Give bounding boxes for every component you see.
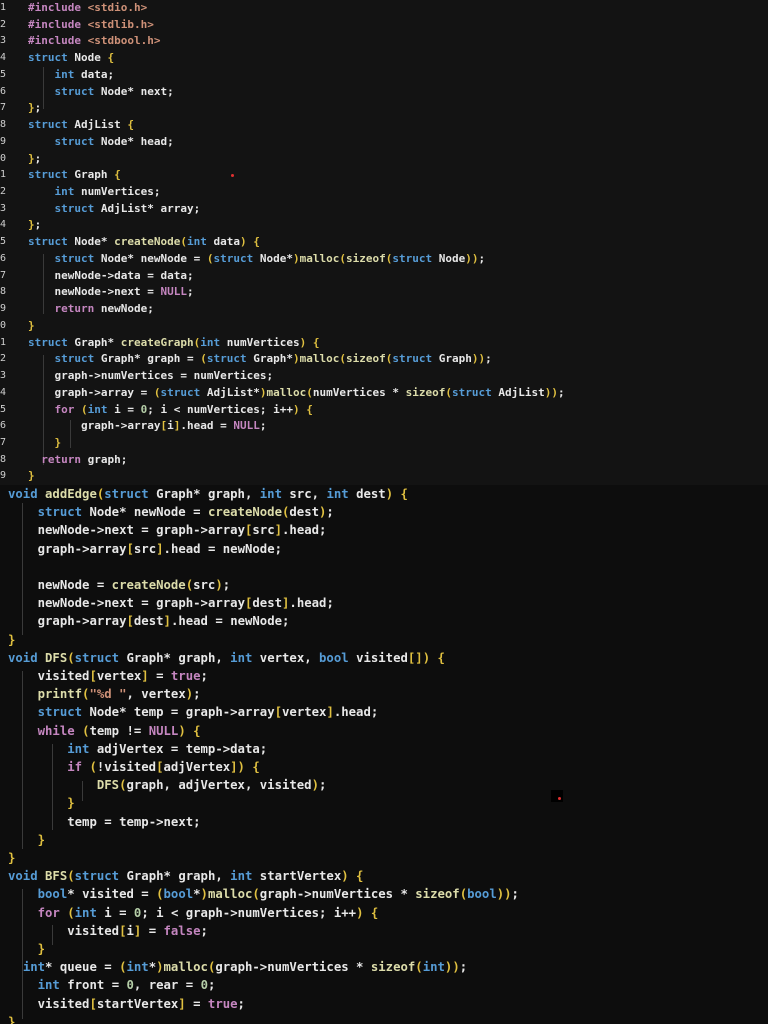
code-text: printf("%d ", vertex); <box>37 687 201 702</box>
line-number: 4 <box>0 386 7 398</box>
code-text: int numVertices; <box>54 185 161 199</box>
line-number: 3 <box>0 202 7 214</box>
line-number: 1 <box>0 2 7 13</box>
code-text: newNode->data = data; <box>54 268 194 282</box>
code-text: while (temp != NULL) { <box>37 723 201 738</box>
code-text: }; <box>28 218 42 232</box>
line-number: 9 <box>0 135 7 147</box>
code-text: graph->array[dest].head = newNode; <box>37 614 290 629</box>
line-number: 5 <box>0 236 7 248</box>
code-text: temp = temp->next; <box>67 814 201 829</box>
code-text: }; <box>28 151 42 165</box>
code-text: } <box>8 851 16 865</box>
code-text: visited[startVertex] = true; <box>37 996 245 1011</box>
code-text: if (!visited[adjVertex]) { <box>67 760 260 774</box>
code-text: struct Node* head; <box>54 134 174 148</box>
code-text: int data; <box>54 67 115 81</box>
line-number: 4 <box>0 219 7 231</box>
code-text: #include <stdbool.h> <box>28 34 161 48</box>
line-number: 8 <box>0 119 7 131</box>
code-text: #include <stdlib.h> <box>28 17 154 31</box>
line-number: 0 <box>0 152 7 164</box>
code-text: } <box>28 318 35 332</box>
cursor-marker <box>231 174 234 177</box>
code-panel-top[interactable]: 1 #include <stdio.h> 2 #include <stdlib.h> 3… <box>0 0 768 485</box>
code-panel-bottom[interactable]: void addEdge(struct Graph* graph, int sr… <box>0 485 768 1024</box>
code-text: struct AdjList { <box>28 118 134 132</box>
code-text: } <box>67 796 75 811</box>
code-text: int front = 0, rear = 0; <box>37 978 216 993</box>
code-text: struct Node* newNode = createNode(dest); <box>37 505 334 520</box>
code-text: newNode->next = graph->array[src].head; <box>37 523 327 538</box>
code-text: for (int i = 0; i < graph->numVertices; … <box>37 905 379 920</box>
line-number: 7 <box>0 102 7 114</box>
code-text: newNode->next = graph->array[dest].head; <box>37 596 334 611</box>
code-text: } <box>54 435 62 449</box>
code-text: graph->array = (struct AdjList*)malloc(n… <box>54 385 565 399</box>
code-text: return graph; <box>41 452 128 466</box>
line-number: 7 <box>0 269 7 281</box>
code-text: struct AdjList* array; <box>54 201 201 215</box>
code-text: void BFS(struct Graph* graph, int startV… <box>8 869 364 884</box>
code-text: void DFS(struct Graph* graph, int vertex… <box>8 650 445 665</box>
line-number: 6 <box>0 420 7 432</box>
line-number: 5 <box>0 403 7 415</box>
line-number: 1 <box>0 169 7 181</box>
code-text: struct Node* temp = graph->array[vertex]… <box>37 705 379 720</box>
code-text: bool* visited = (bool*)malloc(graph->num… <box>37 887 519 902</box>
code-text: visited[vertex] = true; <box>37 669 208 683</box>
code-text: return newNode; <box>54 302 154 316</box>
line-number: 3 <box>0 370 7 382</box>
line-number: 3 <box>0 35 7 47</box>
minimap-block <box>551 790 563 802</box>
line-number: 7 <box>0 436 7 448</box>
code-text: newNode->next = NULL; <box>54 285 194 299</box>
line-number: 2 <box>0 186 7 198</box>
code-text: struct Node { <box>28 51 115 65</box>
code-text: struct Node* createNode(int data) { <box>28 235 260 249</box>
code-text: graph->array[src].head = newNode; <box>37 541 283 556</box>
code-text: struct Node* next; <box>54 84 174 98</box>
line-number: 5 <box>0 68 7 80</box>
code-text: DFS(graph, adjVertex, visited); <box>96 778 327 793</box>
code-text: graph->array[i].head = NULL; <box>80 419 267 433</box>
code-text: int* queue = (int*)malloc(graph->numVert… <box>22 960 468 975</box>
line-number: 8 <box>0 286 7 298</box>
code-text: visited[i] = false; <box>67 923 208 938</box>
code-text: int adjVertex = temp->data; <box>67 741 268 756</box>
line-number: 4 <box>0 52 7 64</box>
code-text: void addEdge(struct Graph* graph, int sr… <box>8 487 408 501</box>
code-text: for (int i = 0; i < numVertices; i++) { <box>54 402 313 416</box>
code-text: struct Node* newNode = (struct Node*)mal… <box>54 251 486 265</box>
code-text: #include <stdio.h> <box>28 1 148 14</box>
code-text: } <box>37 942 46 956</box>
line-number: 6 <box>0 85 7 97</box>
cursor-marker <box>558 797 561 800</box>
line-number: 9 <box>0 470 7 482</box>
code-text: graph->numVertices = numVertices; <box>54 369 274 383</box>
code-text: } <box>8 1014 16 1024</box>
line-number: 6 <box>0 252 7 264</box>
code-text: } <box>37 832 46 847</box>
line-number: 9 <box>0 303 7 315</box>
code-text: } <box>8 632 16 647</box>
code-text: } <box>28 469 35 483</box>
line-number: 2 <box>0 18 7 30</box>
code-text: struct Graph* graph = (struct Graph*)mal… <box>54 352 492 366</box>
line-number: 8 <box>0 453 7 465</box>
code-text: struct Graph { <box>28 168 121 182</box>
code-text: newNode = createNode(src); <box>37 578 231 592</box>
line-number: 2 <box>0 353 7 365</box>
code-text: }; <box>28 101 42 115</box>
line-number: 1 <box>0 336 7 348</box>
code-text: struct Graph* createGraph(int numVertice… <box>28 335 320 349</box>
line-number: 0 <box>0 319 7 331</box>
